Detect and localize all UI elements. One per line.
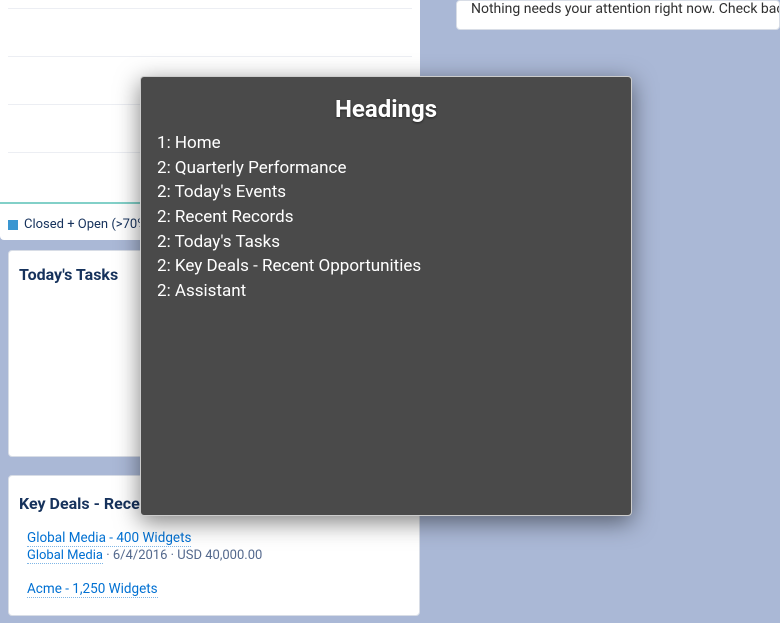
heading-item-recent-records[interactable]: 2: Recent Records — [157, 205, 615, 230]
headings-rotor-overlay[interactable]: Headings 1: Home 2: Quarterly Performanc… — [140, 76, 632, 516]
heading-text: Key Deals - Recent Opportunities — [175, 256, 421, 276]
legend-swatch-icon — [8, 220, 18, 230]
heading-item-assistant[interactable]: 2: Assistant — [157, 279, 615, 304]
deal-opportunity-link[interactable]: Acme - 1,250 Widgets — [27, 581, 158, 598]
heading-item-todays-events[interactable]: 2: Today's Events — [157, 180, 615, 205]
heading-item-key-deals[interactable]: 2: Key Deals - Recent Opportunities — [157, 254, 615, 279]
heading-item-home[interactable]: 1: Home — [157, 131, 615, 156]
deal-row: Acme - 1,250 Widgets — [9, 577, 419, 601]
headings-rotor-title: Headings — [157, 95, 615, 123]
assistant-empty-text: Nothing needs your attention right now. … — [471, 1, 765, 17]
chart-legend: Closed + Open (>70%) — [8, 217, 151, 232]
deal-date: 6/4/2016 — [113, 548, 168, 563]
headings-list: 1: Home 2: Quarterly Performance 2: Toda… — [157, 131, 615, 303]
heading-level: 2 — [157, 256, 167, 276]
heading-level: 2 — [157, 232, 167, 252]
deal-subline: Global Media · 6/4/2016 · USD 40,000.00 — [27, 548, 409, 563]
deal-opportunity-link[interactable]: Global Media - 400 Widgets — [27, 530, 191, 547]
heading-text: Quarterly Performance — [175, 158, 347, 178]
heading-item-todays-tasks[interactable]: 2: Today's Tasks — [157, 230, 615, 255]
heading-level: 2 — [157, 281, 167, 301]
chart-gridline — [8, 8, 412, 56]
deal-account-link[interactable]: Global Media — [27, 548, 103, 564]
heading-level: 2 — [157, 158, 167, 178]
assistant-card: Nothing needs your attention right now. … — [456, 0, 780, 30]
heading-text: Home — [175, 133, 221, 153]
heading-text: Assistant — [175, 281, 246, 301]
heading-text: Today's Tasks — [175, 232, 280, 252]
heading-level: 1 — [157, 133, 167, 153]
heading-text: Recent Records — [175, 207, 294, 227]
heading-item-quarterly-performance[interactable]: 2: Quarterly Performance — [157, 156, 615, 181]
heading-text: Today's Events — [175, 182, 287, 202]
deal-row: Global Media - 400 Widgets Global Media … — [9, 526, 419, 567]
heading-level: 2 — [157, 182, 167, 202]
legend-label: Closed + Open (>70%) — [24, 217, 151, 232]
heading-level: 2 — [157, 207, 167, 227]
deal-amount: USD 40,000.00 — [177, 548, 262, 563]
